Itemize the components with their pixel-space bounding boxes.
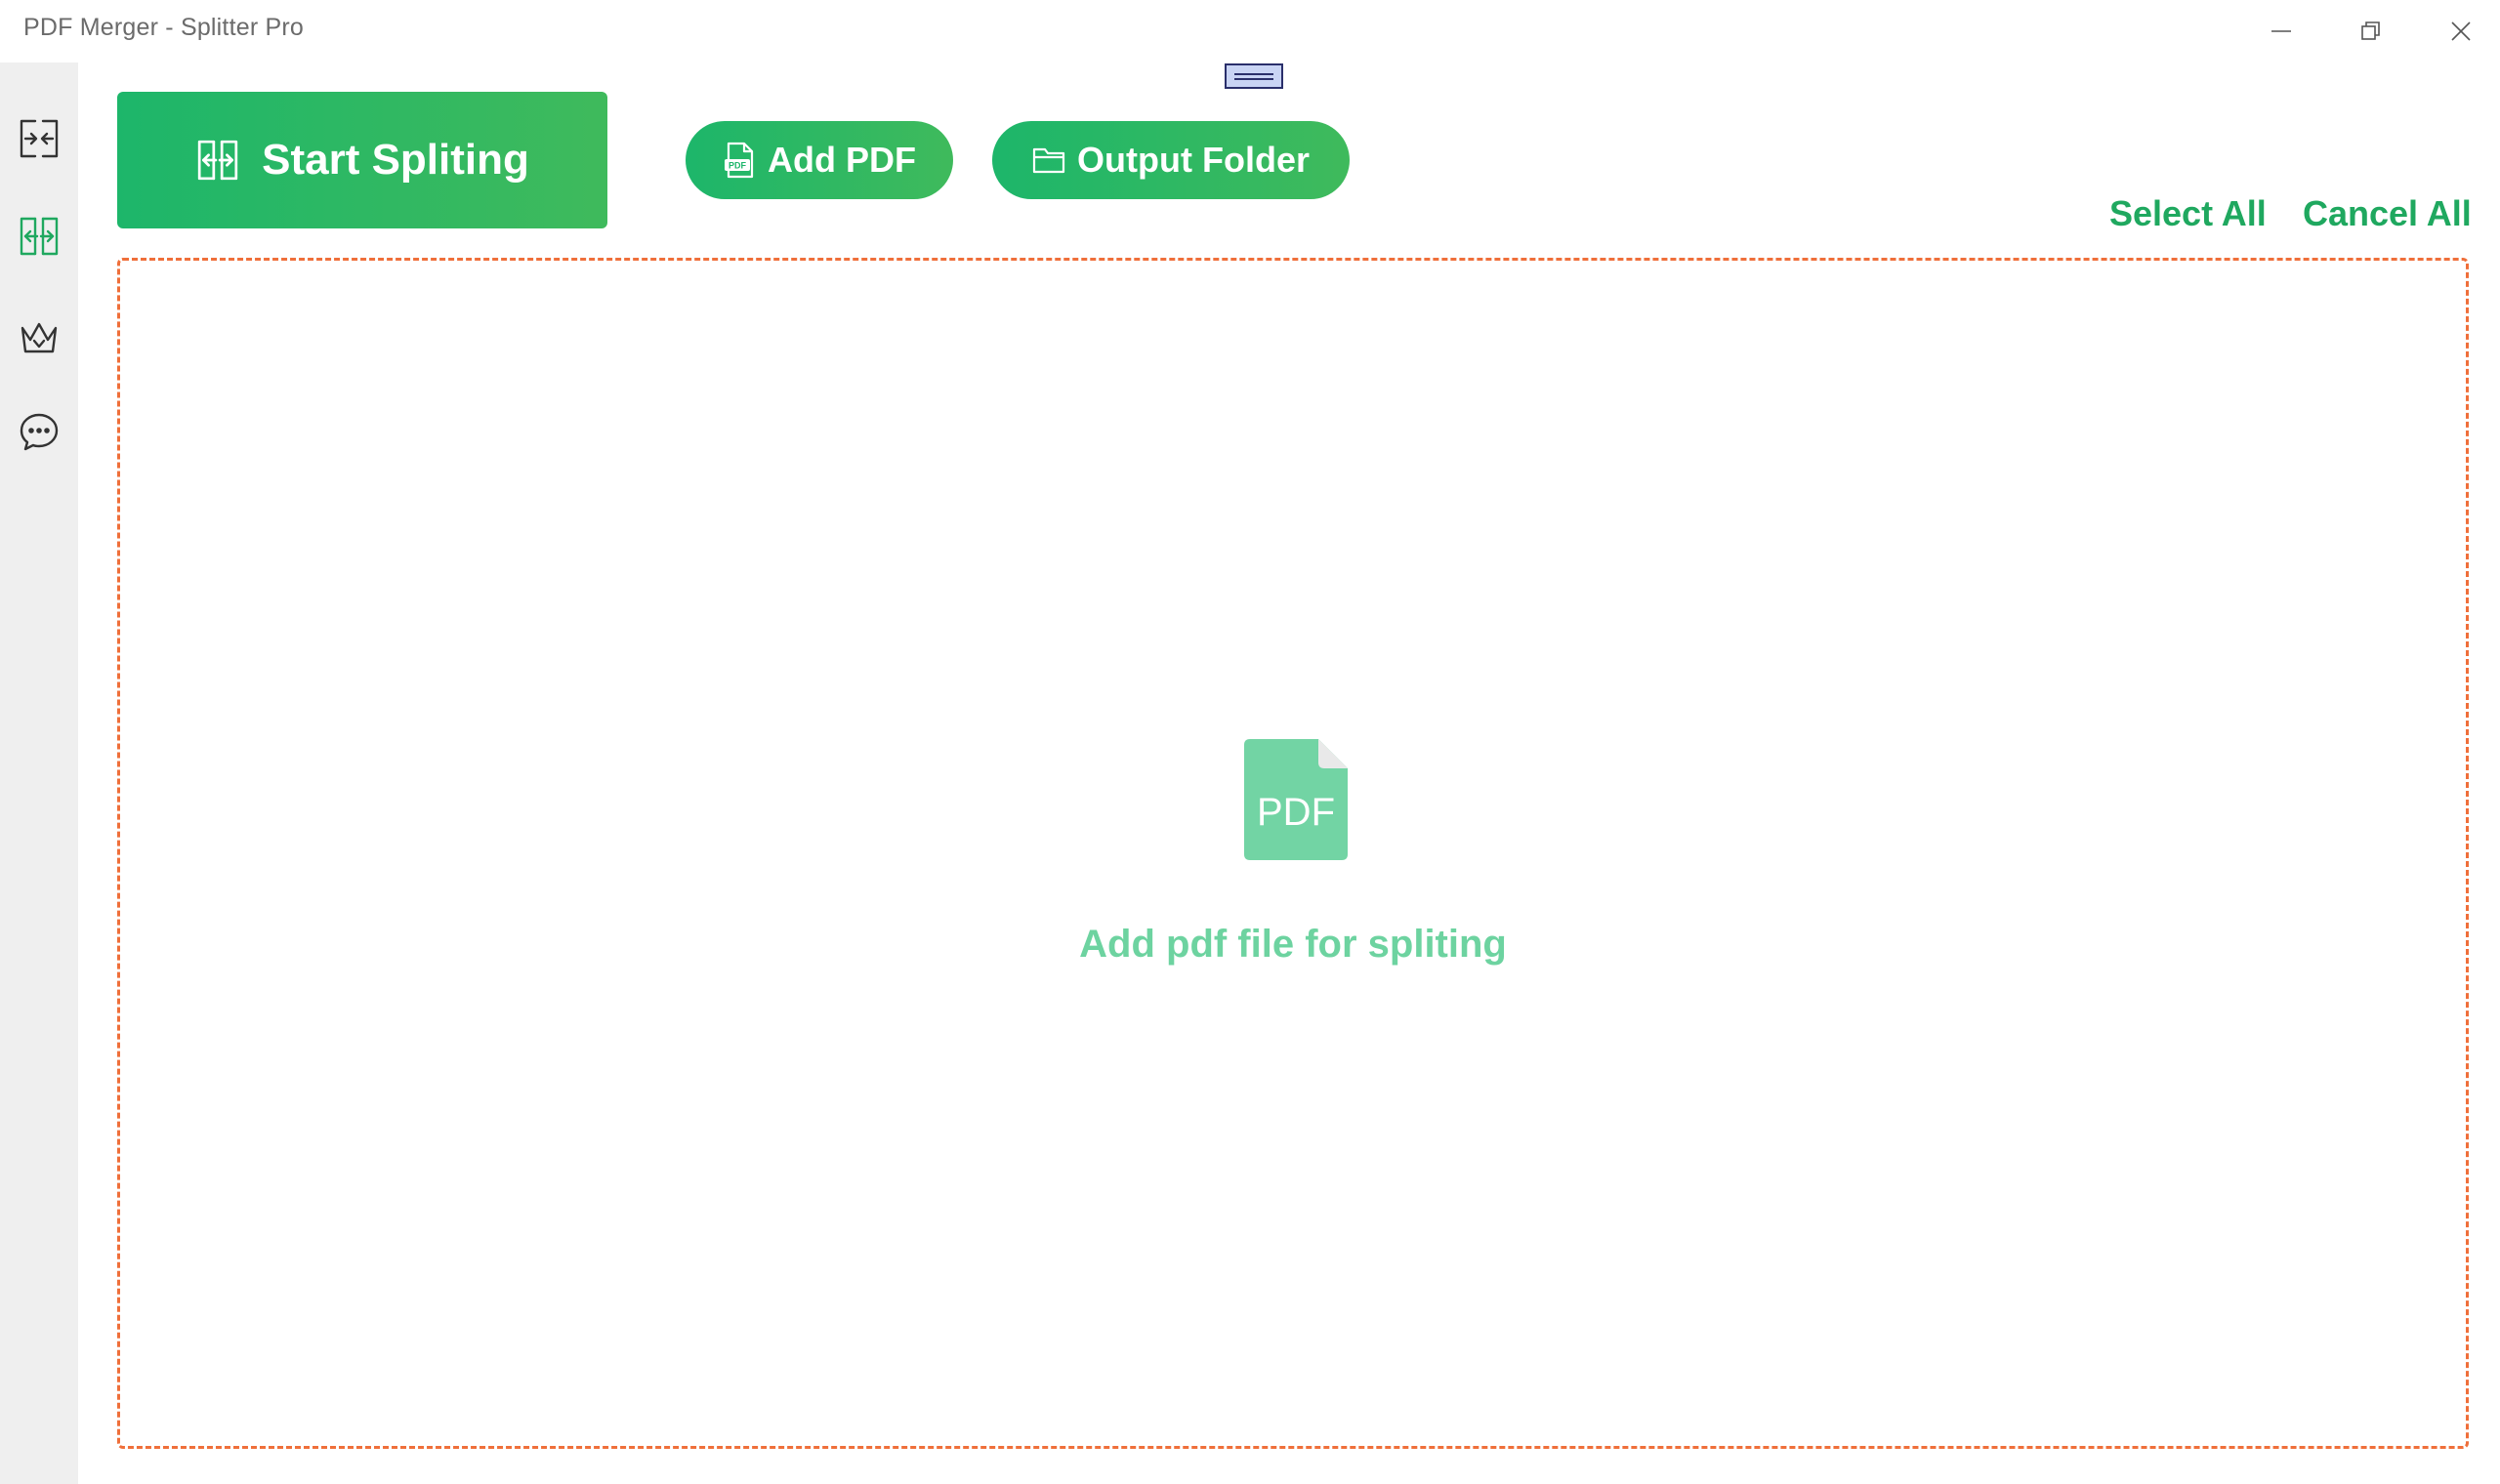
start-splitting-button[interactable]: Start Spliting — [117, 92, 607, 228]
grip-line — [1234, 72, 1273, 75]
close-button[interactable] — [2416, 0, 2500, 62]
sidebar-item-split[interactable] — [0, 192, 78, 280]
add-pdf-button[interactable]: PDF Add PDF — [686, 121, 953, 199]
crown-icon — [21, 322, 58, 353]
pdf-file-icon: PDF — [725, 142, 754, 179]
add-pdf-label: Add PDF — [768, 140, 916, 180]
cancel-all-link[interactable]: Cancel All — [2303, 193, 2472, 234]
pdf-icon-text: PDF — [1257, 791, 1335, 834]
pdf-document-icon: PDF — [1244, 739, 1348, 860]
start-splitting-label: Start Spliting — [262, 136, 529, 184]
split-icon — [20, 217, 59, 256]
chat-icon — [20, 413, 59, 451]
sidebar-item-merge[interactable] — [0, 95, 78, 183]
output-folder-label: Output Folder — [1077, 140, 1310, 180]
title-bar: PDF Merger - Splitter Pro — [0, 0, 2500, 62]
drag-handle[interactable] — [1225, 63, 1283, 89]
close-icon — [2451, 21, 2471, 41]
folder-icon — [1032, 147, 1065, 174]
drop-hint-text: Add pdf file for spliting — [1079, 923, 1507, 966]
sidebar-item-feedback[interactable] — [0, 388, 78, 475]
window-title: PDF Merger - Splitter Pro — [23, 14, 305, 41]
grip-line — [1234, 77, 1273, 80]
select-all-link[interactable]: Select All — [2109, 193, 2267, 234]
sidebar — [0, 62, 78, 1484]
output-folder-button[interactable]: Output Folder — [992, 121, 1350, 199]
file-drop-zone[interactable]: PDF Add pdf file for spliting — [117, 258, 2469, 1449]
restore-button[interactable] — [2326, 0, 2416, 62]
merge-icon — [20, 119, 59, 158]
sidebar-item-premium[interactable] — [0, 294, 78, 382]
minimize-button[interactable] — [2236, 0, 2326, 62]
split-icon — [197, 140, 238, 181]
drop-zone-content: PDF Add pdf file for spliting — [120, 261, 2466, 1446]
restore-icon — [2361, 21, 2380, 40]
svg-text:PDF: PDF — [729, 161, 747, 171]
minimize-icon — [2271, 30, 2291, 32]
